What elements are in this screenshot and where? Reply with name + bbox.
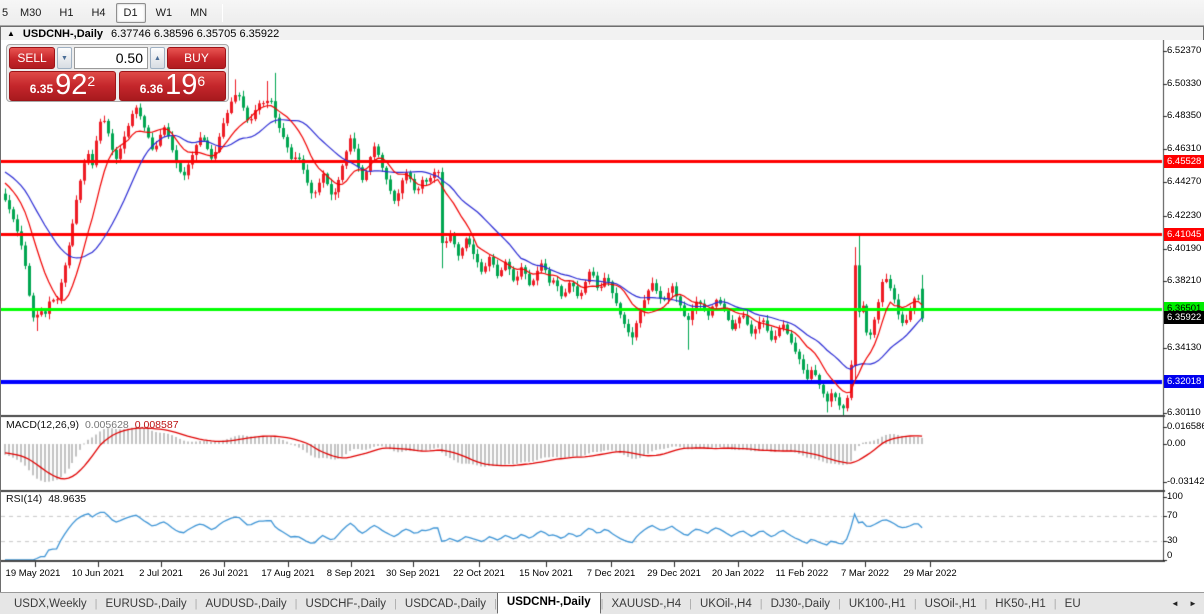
price-axis-label: 6.38210	[1167, 275, 1202, 286]
rsi-value: 48.9635	[48, 493, 87, 505]
time-axis-label: 26 Jul 2021	[199, 568, 249, 579]
bid-price-pip: 2	[87, 73, 96, 89]
chart-ohlc-values: 6.37746 6.38596 6.35705 6.35922	[111, 27, 280, 40]
price-axis-label: 6.52370	[1167, 45, 1202, 56]
chart-tab-usdchf-daily[interactable]: USDCHF-,Daily	[298, 595, 395, 613]
chart-caption: ▲ USDCNH-,Daily 6.37746 6.38596 6.35705 …	[0, 26, 1204, 40]
price-line-badge: 6.45528	[1164, 155, 1204, 168]
chart-tab-usoil-h1[interactable]: USOil-,H1	[917, 595, 985, 613]
time-axis-label: 30 Sep 2021	[386, 568, 440, 579]
toolbar-divider	[222, 3, 224, 22]
rsi-axis-30: 30	[1167, 535, 1178, 546]
time-axis-label: 19 May 2021	[5, 568, 61, 579]
price-axis-label: 6.46310	[1167, 143, 1202, 154]
chart-tab-eu[interactable]: EU	[1057, 595, 1083, 613]
time-axis-label: 17 Aug 2021	[261, 568, 315, 579]
chevron-down-icon: ▼	[61, 54, 68, 62]
timeframe-button-h4[interactable]: H4	[83, 3, 113, 23]
price-axis-label: 6.40190	[1167, 243, 1202, 254]
volume-increase-button[interactable]: ▲	[150, 47, 165, 69]
sell-button[interactable]: SELL	[9, 47, 55, 69]
chart-tab-audusd-daily[interactable]: AUDUSD-,Daily	[198, 595, 295, 613]
price-axis-label: 6.34130	[1167, 342, 1202, 353]
chart-tab-eurusd-daily[interactable]: EURUSD-,Daily	[98, 595, 195, 613]
timeframe-toolbar: 5 M30 H1 H4 D1 W1 MN	[0, 0, 1204, 26]
price-axis-label: 6.44270	[1167, 176, 1202, 187]
chart-tab-xauusd-h4[interactable]: XAUUSD-,H4	[603, 595, 689, 613]
rsi-indicator-label: RSI(14) 48.9635	[6, 493, 86, 505]
timeframe-button-mn[interactable]: MN	[182, 3, 215, 23]
price-line-badge: 6.41045	[1164, 228, 1204, 241]
volume-input[interactable]	[74, 47, 148, 69]
chart-tab-dj30-daily[interactable]: DJ30-,Daily	[763, 595, 838, 613]
buy-button[interactable]: BUY	[167, 47, 226, 69]
time-axis-label: 22 Oct 2021	[453, 568, 505, 579]
bid-price-big: 92	[55, 69, 88, 101]
chart-title: USDCNH-,Daily	[22, 27, 103, 40]
macd-value: 0.005628	[84, 419, 129, 431]
ask-price-big: 19	[165, 69, 198, 101]
price-axis-label: 6.30110	[1167, 407, 1201, 418]
collapse-triangle-icon[interactable]: ▲	[7, 29, 15, 39]
one-click-trading-panel: SELL ▼ ▲ BUY 6.35 92 2 6.36 19 6	[6, 44, 229, 102]
tab-scroll-buttons: ◄ ►	[1168, 597, 1204, 611]
time-axis-label: 7 Mar 2022	[840, 568, 890, 579]
tab-scroll-right-icon[interactable]: ►	[1186, 597, 1200, 611]
chart-tab-usdcad-daily[interactable]: USDCAD-,Daily	[397, 595, 494, 613]
chart-tab-uk100-h1[interactable]: UK100-,H1	[841, 595, 914, 613]
price-axis-label: 6.50330	[1167, 78, 1202, 89]
time-axis-label: 10 Jun 2021	[71, 568, 125, 579]
ask-price-pip: 6	[197, 73, 206, 89]
price-chart-canvas[interactable]	[1, 40, 1204, 592]
last-price-badge: 6.35922	[1164, 311, 1204, 324]
tab-scroll-left-icon[interactable]: ◄	[1168, 597, 1182, 611]
macd-indicator-label: MACD(12,26,9) 0.005628 0.008587	[6, 419, 179, 431]
time-axis-label: 11 Feb 2022	[775, 568, 829, 579]
time-axis-label: 20 Jan 2022	[711, 568, 765, 579]
price-axis-label: 6.42230	[1167, 210, 1202, 221]
price-axis-label: 6.48350	[1167, 110, 1202, 121]
time-axis-label: 8 Sep 2021	[326, 568, 376, 579]
ask-price-panel[interactable]: 6.36 19 6	[119, 71, 226, 101]
time-axis-label: 29 Mar 2022	[903, 568, 957, 579]
chart-tab-hk50-h1[interactable]: HK50-,H1	[987, 595, 1054, 613]
chart-tab-ukoil-h4[interactable]: UKOil-,H4	[692, 595, 760, 613]
chart-area[interactable]: SELL ▼ ▲ BUY 6.35 92 2 6.36 19 6 MACD(	[0, 40, 1204, 592]
rsi-axis-100: 100	[1167, 491, 1183, 502]
rsi-name: RSI(14)	[6, 493, 43, 505]
macd-axis-min-label: -0.031421	[1167, 476, 1204, 487]
timeframe-button-d1[interactable]: D1	[115, 2, 146, 23]
bid-price-panel[interactable]: 6.35 92 2	[9, 71, 116, 101]
macd-name: MACD(12,26,9)	[6, 419, 79, 431]
time-axis-label: 7 Dec 2021	[586, 568, 636, 579]
timeframe-button-h1[interactable]: H1	[51, 3, 81, 23]
ask-price-small: 6.36	[139, 82, 164, 96]
macd-axis-max-label: 0.016586	[1167, 421, 1204, 432]
rsi-axis-0: 0	[1167, 550, 1173, 561]
chart-tab-usdcnh-daily[interactable]: USDCNH-,Daily	[496, 593, 601, 614]
rsi-axis-70: 70	[1167, 510, 1178, 521]
volume-dropdown-button[interactable]: ▼	[57, 47, 72, 69]
chevron-up-icon: ▲	[154, 54, 161, 62]
timeframe-button-w1[interactable]: W1	[148, 3, 181, 23]
time-axis-label: 15 Nov 2021	[519, 568, 573, 579]
chart-tab-usdx-weekly[interactable]: USDX,Weekly	[6, 595, 95, 613]
timeframe-button-5[interactable]: 5	[0, 3, 10, 23]
bid-price-small: 6.35	[29, 82, 54, 96]
chart-tab-bar: USDX,Weekly | EURUSD-,Daily | AUDUSD-,Daily |…	[0, 592, 1204, 614]
macd-signal-value: 0.008587	[134, 419, 179, 431]
macd-axis-zero-label: 0.00	[1167, 438, 1186, 449]
timeframe-button-m30[interactable]: M30	[12, 3, 49, 23]
price-line-badge: 6.32018	[1164, 375, 1204, 388]
time-axis-label: 2 Jul 2021	[139, 568, 183, 579]
time-axis-label: 29 Dec 2021	[647, 568, 701, 579]
